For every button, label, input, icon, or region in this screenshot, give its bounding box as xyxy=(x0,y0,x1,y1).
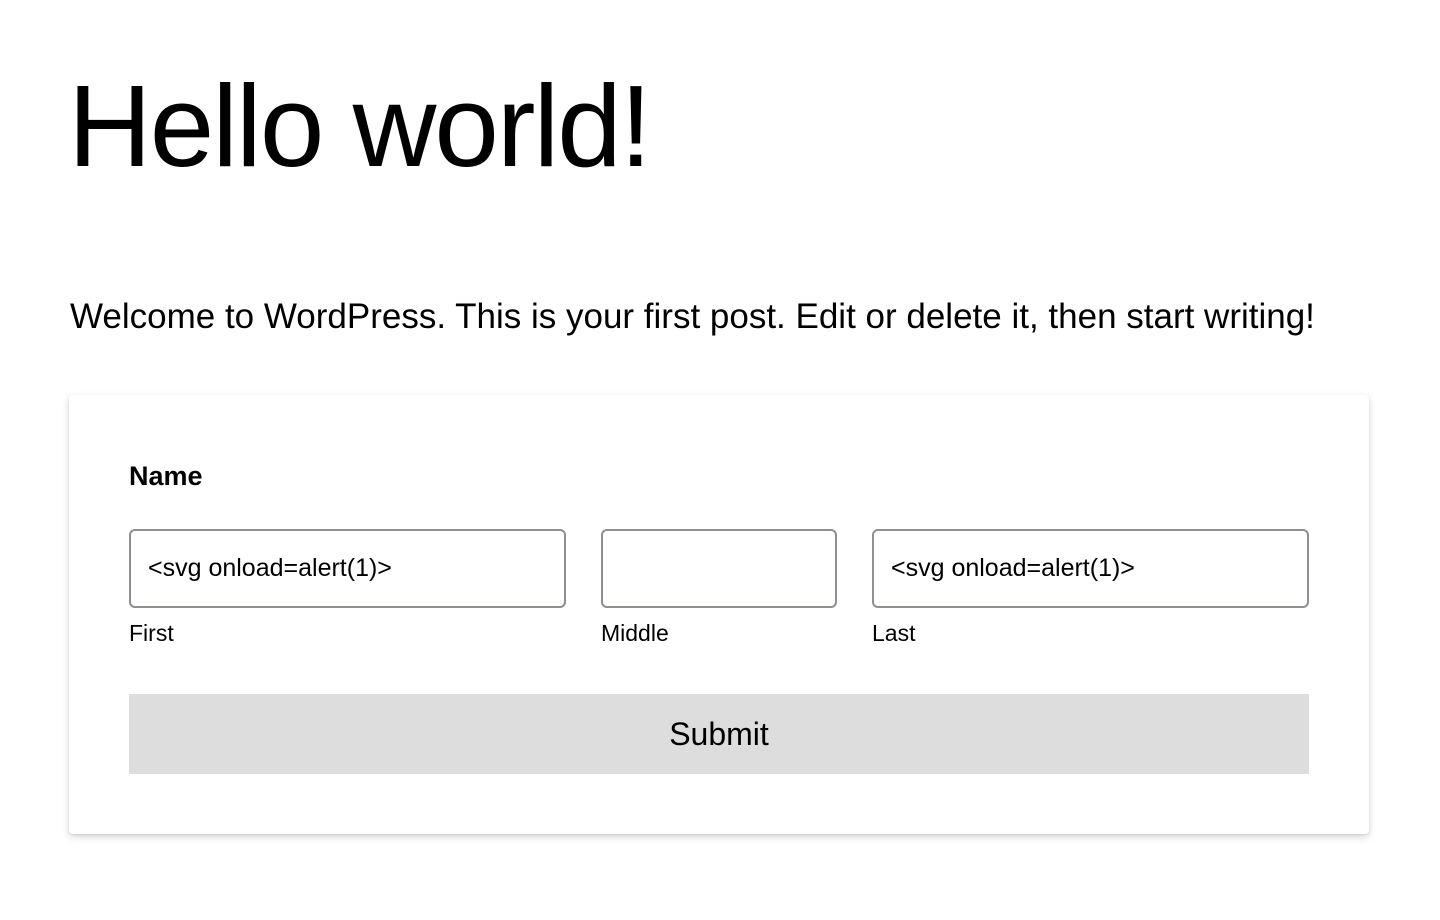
submit-button[interactable]: Submit xyxy=(129,694,1309,774)
post-title: Hello world! xyxy=(68,61,652,191)
first-name-label: First xyxy=(129,620,174,646)
middle-name-input[interactable] xyxy=(601,529,837,608)
middle-name-label: Middle xyxy=(601,620,669,646)
name-field-label: Name xyxy=(129,461,203,491)
page: Hello world! Welcome to WordPress. This … xyxy=(0,0,1440,920)
name-form: Name First Middle Last Submit xyxy=(69,395,1369,834)
last-name-input[interactable] xyxy=(872,529,1309,608)
post-content: Welcome to WordPress. This is your first… xyxy=(70,297,1315,336)
first-name-input[interactable] xyxy=(129,529,566,608)
last-name-label: Last xyxy=(872,620,916,646)
